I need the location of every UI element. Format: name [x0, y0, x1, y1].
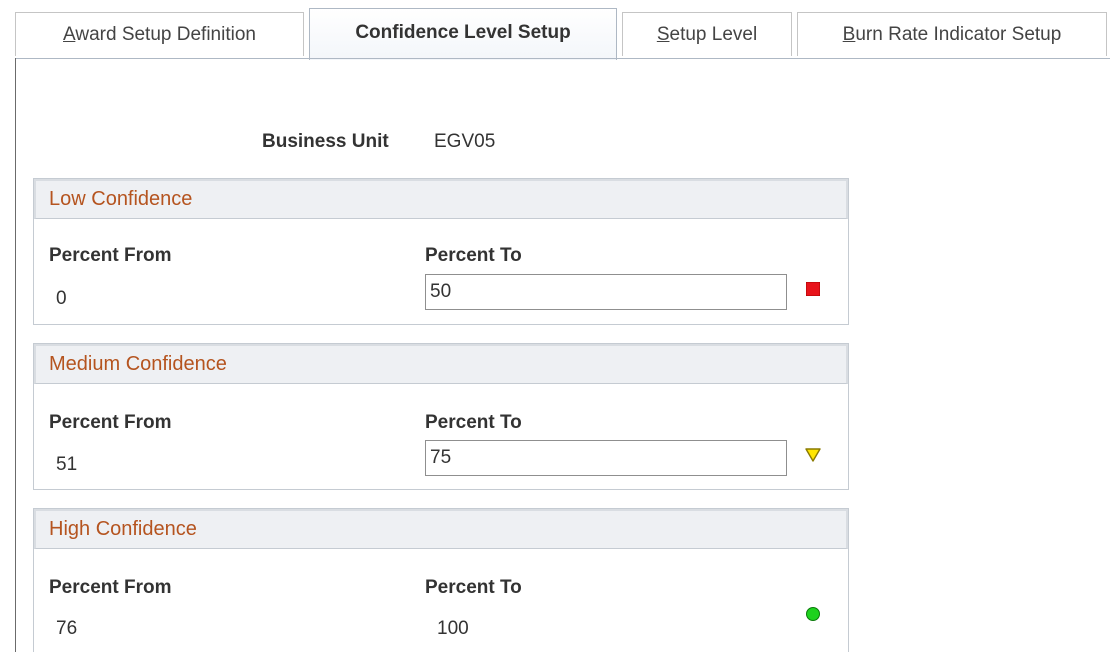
low-percent-to-input[interactable]	[425, 274, 787, 310]
low-percent-from-label: Percent From	[49, 245, 172, 266]
high-confidence-header: High Confidence	[34, 509, 848, 549]
green-circle-icon	[805, 606, 821, 627]
medium-confidence-group: Medium Confidence Percent From 51 Percen…	[33, 343, 849, 490]
medium-confidence-header: Medium Confidence	[34, 344, 848, 384]
tab-burn-rate-indicator-setup[interactable]: Burn Rate Indicator Setup	[797, 12, 1107, 56]
medium-percent-to-label: Percent To	[425, 412, 522, 433]
tab-setup-level-accesskey: S	[656, 24, 670, 45]
medium-percent-from-value: 51	[56, 454, 78, 475]
red-square-icon	[805, 281, 821, 301]
yellow-triangle-icon	[805, 448, 821, 467]
tab-burn-rate-indicator-setup-label: urn Rate Indicator Setup	[855, 24, 1062, 45]
business-unit-label: Business Unit	[262, 131, 389, 152]
tab-confidence-level-setup[interactable]: Confidence Level Setup	[309, 8, 617, 60]
tab-bar: Award Setup Definition Confidence Level …	[0, 0, 1110, 60]
tab-award-setup-definition-label: ward Setup Definition	[75, 24, 256, 45]
low-confidence-group: Low Confidence Percent From 0 Percent To	[33, 178, 849, 325]
tab-award-setup-definition[interactable]: Award Setup Definition	[15, 12, 304, 56]
tab-confidence-level-setup-label: Confidence Level Setup	[355, 22, 571, 43]
high-percent-to-label: Percent To	[425, 577, 522, 598]
content-left-border	[15, 58, 16, 652]
confidence-level-setup-page: Award Setup Definition Confidence Level …	[0, 0, 1110, 652]
tab-setup-level-label: etup Level	[669, 24, 758, 45]
tab-baseline-divider	[15, 58, 1110, 59]
high-percent-from-value: 76	[56, 618, 78, 639]
medium-percent-from-label: Percent From	[49, 412, 172, 433]
low-percent-to-label: Percent To	[425, 245, 522, 266]
low-confidence-header: Low Confidence	[34, 179, 848, 219]
high-percent-to-value: 100	[437, 618, 469, 639]
tab-award-setup-definition-accesskey: A	[63, 24, 76, 45]
tab-setup-level[interactable]: Setup Level	[622, 12, 792, 56]
low-percent-from-value: 0	[56, 288, 67, 309]
high-percent-from-label: Percent From	[49, 577, 172, 598]
business-unit-value: EGV05	[434, 131, 496, 152]
medium-percent-to-input[interactable]	[425, 440, 787, 476]
high-confidence-group: High Confidence Percent From 76 Percent …	[33, 508, 849, 652]
tab-burn-rate-indicator-setup-accesskey: B	[842, 24, 856, 45]
